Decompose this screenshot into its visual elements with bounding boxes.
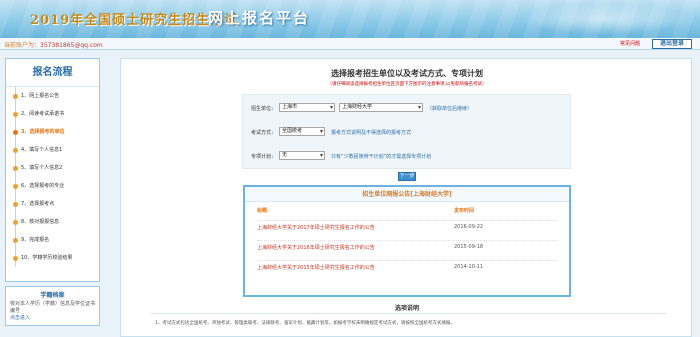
plan-label: 专项计划： [251,154,277,160]
col-title: 标题 [257,208,268,214]
region-select[interactable]: 上海市 [279,103,335,112]
platform-title: 网上报名平台 [208,9,311,27]
exam-select[interactable]: 全国统考 [279,127,325,136]
step-dot-icon [13,148,18,153]
next-button[interactable]: 下一步 [398,172,416,181]
step-label: 3、选择报考的单位 [21,129,65,135]
sidebar-step[interactable]: 7、选择报考点 [13,195,99,213]
step-label: 9、完成报名 [21,237,50,243]
step-dot-icon [13,166,18,171]
banner-clouds [520,4,690,34]
sidebar-step[interactable]: 6、选择报考的专业 [13,177,99,195]
logout-button[interactable]: 退出登录 [652,39,692,49]
process-sidebar: 报名流程 1、网上报名公告 2、阅读考试承诺书 3、选择报考的单位 4、填写个人信息1… [5,58,100,282]
step-label: 5、填写个人信息2 [21,165,63,171]
user-account: 357381865@qq.com [40,42,103,49]
current-user: 当前账户为：357381865@qq.com [4,40,103,49]
notice-title: 招生单位网报公告[上海财经大学] [245,187,569,202]
step-dot-icon [13,202,18,207]
user-bar: 当前账户为：357381865@qq.com 常见问题 退出登录 [0,38,700,50]
record-title: 学籍档案 [40,292,65,299]
step-dot-icon [13,256,18,261]
step-dot-icon [13,112,18,117]
divider [151,313,666,314]
sidebar-step[interactable]: 1、网上报名公告 [13,87,99,105]
step-dot-icon [13,130,18,135]
plan-link[interactable]: 只有“少数民族骨干计划”的才需选择专项计划 [331,153,431,160]
step-dot-icon [13,184,18,189]
page-note: （请仔细阅读选择报考招生单位且页面下方图示的注意事项,以免影响报名考试） [327,82,487,87]
sidebar-step[interactable]: 2、阅读考试承诺书 [13,105,99,123]
student-record-box: 学籍档案 核对本人学历（学籍）信息及学位证书编号 点击进入 [5,286,100,326]
selection-help-title: 选项说明 [394,305,419,312]
step-dot-icon [13,94,18,99]
selection-form: 招生单位： 上海市 上海财经大学 （获取单位后继续） 考试方式： 全国统考 报考… [242,94,571,169]
sidebar-step[interactable]: 10、学籍学历校验结果 [13,249,99,267]
notice-row-title[interactable]: 上海财经大学关于2017年硕士研究生报名工作的公告 [257,224,375,231]
notice-row-title[interactable]: 上海财经大学关于2015年硕士研究生报名工作的公告 [257,264,375,271]
selection-help-text: 1、考试方式包括全国统考、单独考试、管理类联考、法硕联考、强军计划、援藏计划等。… [155,321,455,326]
notice-panel: 招生单位网报公告[上海财经大学] 标题 发布时间 上海财经大学关于2017年硕士… [243,185,571,297]
record-desc: 核对本人学历（学籍）信息及学位证书编号 [10,301,96,314]
plan-select[interactable]: 无 [279,151,325,160]
step-label: 8、核对报报信息 [21,219,60,225]
header-banner: 2019年全国硕士研究生招生考试 网上报名平台 [0,0,700,38]
step-label: 4、填写个人信息1 [21,147,63,153]
exam-label: 考试方式： [251,130,277,136]
help-link[interactable]: 常见问题 [620,40,640,47]
notice-row[interactable]: 上海财经大学关于2017年硕士研究生报名工作的公告 2016-09-22 [257,220,557,231]
step-dot-icon [13,220,18,225]
step-label: 6、选择报考的专业 [21,183,65,189]
sidebar-title: 报名流程 [6,59,99,87]
sidebar-step[interactable]: 8、核对报报信息 [13,213,99,231]
sidebar-step[interactable]: 4、填写个人信息1 [13,141,99,159]
notice-row-date: 2016-09-22 [454,224,484,230]
exam-title: 2019年全国硕士研究生招生考试 [30,13,239,28]
notice-row-title[interactable]: 上海财经大学关于2016年硕士研究生报名工作的公告 [257,244,375,251]
sidebar-step[interactable]: 9、完成报名 [13,231,99,249]
notice-row[interactable]: 上海财经大学关于2015年硕士研究生报名工作的公告 2014-10-11 [257,260,557,271]
unit-label: 招生单位： [251,106,277,112]
record-link[interactable]: 点击进入 [10,315,30,321]
unit-link[interactable]: （获取单位后继续） [427,105,472,112]
step-label: 2、阅读考试承诺书 [21,111,65,117]
school-select[interactable]: 上海财经大学 [339,103,423,112]
record-text: 核对本人学历（学籍）信息及学位证书编号 点击进入 [6,299,99,324]
page-title: 选择报考招生单位以及考试方式、专项计划 [331,69,483,78]
sidebar-step[interactable]: 3、选择报考的单位 [13,123,99,141]
user-label: 当前账户为： [4,42,41,49]
step-dot-icon [13,238,18,243]
step-label: 1、网上报名公告 [21,93,60,99]
main-panel: 选择报考招生单位以及考试方式、专项计划 （请仔细阅读选择报考招生单位且页面下方图… [120,58,692,337]
exam-link[interactable]: 报考方式说明及不得选择的报考方式 [331,129,411,136]
notice-row[interactable]: 上海财经大学关于2016年硕士研究生报名工作的公告 2015-09-18 [257,240,557,251]
step-list: 1、网上报名公告 2、阅读考试承诺书 3、选择报考的单位 4、填写个人信息1 5、填写个… [6,87,99,267]
col-date: 发布时间 [454,208,475,214]
step-label: 10、学籍学历校验结果 [21,255,73,261]
step-label: 7、选择报考点 [21,201,55,207]
sidebar-step[interactable]: 5、填写个人信息2 [13,159,99,177]
notice-row-date: 2015-09-18 [454,244,484,250]
notice-row-date: 2014-10-11 [454,264,484,270]
